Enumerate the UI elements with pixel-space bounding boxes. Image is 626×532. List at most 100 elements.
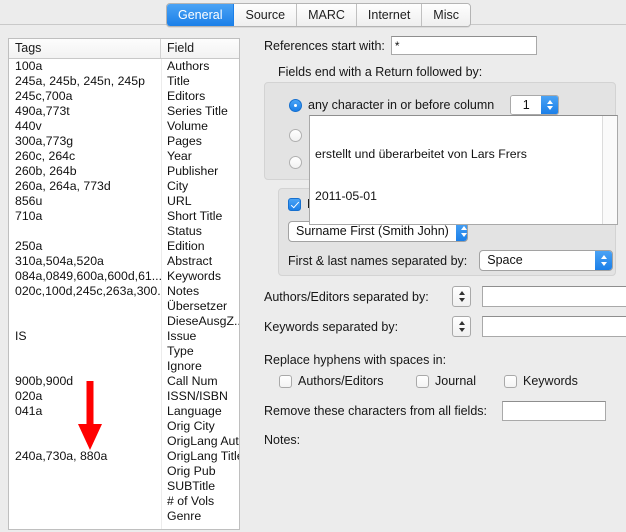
tag-field-table[interactable]: Tags Field 100a Authors 245a, 245b, 245n, … xyxy=(8,38,240,530)
tab-misc[interactable]: Misc xyxy=(422,4,470,26)
table-row[interactable]: 260b, 264b Publisher xyxy=(9,164,239,179)
notes-textarea[interactable]: erstellt und überarbeitet von Lars Frers… xyxy=(309,115,618,225)
tab-source[interactable]: Source xyxy=(234,4,298,26)
tab-general[interactable]: General xyxy=(167,4,235,26)
cell-tags xyxy=(9,359,161,374)
cell-field: Year xyxy=(167,149,192,163)
cell-field: URL xyxy=(167,194,192,208)
replace-hyphens-keywords-row[interactable]: Keywords xyxy=(504,374,578,388)
table-row[interactable]: 020a ISSN/ISBN xyxy=(9,389,239,404)
cell-tags: 856u xyxy=(15,194,43,208)
table-row[interactable]: SUBTitle xyxy=(9,479,239,494)
column-header-field[interactable]: Field xyxy=(161,39,239,58)
table-row[interactable]: 260c, 264c Year xyxy=(9,149,239,164)
first-last-separator-chevron-icon[interactable] xyxy=(595,251,613,270)
cell-field: Publisher xyxy=(167,164,219,178)
cell-tags: 245c,700a xyxy=(15,89,73,103)
checkbox-parse-authors[interactable] xyxy=(288,197,301,211)
table-row[interactable]: 710a Short Title xyxy=(9,209,239,224)
radio-capital-letters[interactable] xyxy=(289,128,302,142)
table-row[interactable]: 245a, 245b, 245n, 245p Title xyxy=(9,74,239,89)
notes-line-2: 2011-05-01 xyxy=(315,189,377,203)
keywords-separated-stepper[interactable] xyxy=(452,316,471,337)
table-row[interactable]: 245c,700a Editors xyxy=(9,89,239,104)
checkbox-hyphen-journal[interactable] xyxy=(416,374,429,388)
cell-tags xyxy=(9,224,161,239)
table-row[interactable]: 900b,900d Call Num xyxy=(9,374,239,389)
option-any-character-row[interactable]: any character in or before column 1 xyxy=(289,95,560,115)
table-row[interactable]: Übersetzer xyxy=(9,299,239,314)
first-last-separator-dropdown[interactable]: Space xyxy=(479,250,614,271)
cell-field: Status xyxy=(167,224,202,238)
cell-field: Edition xyxy=(167,239,205,253)
cell-field: Authors xyxy=(167,59,210,73)
table-row[interactable]: 240a,730a, 880a OrigLang Title xyxy=(9,449,239,464)
table-row[interactable]: Orig Pub xyxy=(9,464,239,479)
table-row[interactable]: 490a,773t Series Title xyxy=(9,104,239,119)
table-row[interactable]: 856u URL xyxy=(9,194,239,209)
checkbox-hyphen-authors[interactable] xyxy=(279,374,292,388)
replace-hyphens-authors-row[interactable]: Authors/Editors xyxy=(279,374,383,388)
table-row[interactable]: Status xyxy=(9,224,239,239)
cell-tags xyxy=(9,434,161,449)
replace-hyphens-title: Replace hyphens with spaces in: xyxy=(264,353,447,367)
table-row[interactable]: 084a,0849,600a,600d,61... Keywords xyxy=(9,269,239,284)
table-row[interactable]: 310a,504a,520a Abstract xyxy=(9,254,239,269)
table-row[interactable]: OrigLang Auth xyxy=(9,434,239,449)
table-row[interactable]: 041a Language xyxy=(9,404,239,419)
tab-marc[interactable]: MARC xyxy=(297,4,357,26)
cell-field: Keywords xyxy=(167,269,221,283)
references-start-with-row: References start with: xyxy=(264,36,537,55)
cell-field: Orig Pub xyxy=(167,464,216,478)
hyphen-authors-label: Authors/Editors xyxy=(298,374,384,388)
keywords-separated-input[interactable] xyxy=(482,316,626,337)
table-row[interactable]: Ignore xyxy=(9,359,239,374)
column-header-tags[interactable]: Tags xyxy=(9,39,161,58)
cell-field: # of Vols xyxy=(167,494,215,508)
cell-tags: 260c, 264c xyxy=(15,149,76,163)
column-stepper-arrows-icon[interactable] xyxy=(541,96,559,114)
column-stepper[interactable]: 1 xyxy=(510,95,560,115)
references-start-with-input[interactable] xyxy=(390,36,537,55)
radio-any-character[interactable] xyxy=(289,98,302,112)
fields-end-with-title: Fields end with a Return followed by: xyxy=(278,65,483,79)
notes-line-1: erstellt und überarbeitet von Lars Frers xyxy=(315,147,527,161)
hyphen-keywords-label: Keywords xyxy=(523,374,578,388)
cell-tags: 300a,773g xyxy=(15,134,74,148)
cell-tags xyxy=(9,344,161,359)
table-row[interactable]: 250a Edition xyxy=(9,239,239,254)
cell-field: Orig City xyxy=(167,419,215,433)
table-row[interactable]: 440v Volume xyxy=(9,119,239,134)
references-start-with-label: References start with: xyxy=(264,38,385,53)
table-row[interactable]: 260a, 264a, 773d City xyxy=(9,179,239,194)
table-row[interactable]: # of Vols xyxy=(9,494,239,509)
table-row[interactable]: DieseAusgZ... xyxy=(9,314,239,329)
cell-tags: 710a xyxy=(15,209,43,223)
table-row[interactable]: 020c,100d,245c,263a,300... Notes xyxy=(9,284,239,299)
cell-field: Title xyxy=(167,74,190,88)
radio-refer-tag[interactable] xyxy=(289,155,302,169)
cell-tags: IS xyxy=(15,329,27,343)
cell-field: Übersetzer xyxy=(167,299,228,313)
table-row[interactable]: Orig City xyxy=(9,419,239,434)
notes-scrollbar[interactable] xyxy=(602,116,617,224)
cell-tags: 260b, 264b xyxy=(15,164,77,178)
cell-field: Series Title xyxy=(167,104,228,118)
checkbox-hyphen-keywords[interactable] xyxy=(504,374,517,388)
table-row[interactable]: 300a,773g Pages xyxy=(9,134,239,149)
authors-separated-stepper[interactable] xyxy=(452,286,471,307)
table-row[interactable]: Genre xyxy=(9,509,239,524)
authors-separated-input[interactable] xyxy=(482,286,626,307)
table-row[interactable]: 100a Authors xyxy=(9,59,239,74)
remove-characters-input[interactable] xyxy=(502,401,607,421)
cell-field: Volume xyxy=(167,119,209,133)
table-row[interactable]: Type xyxy=(9,344,239,359)
tab-internet[interactable]: Internet xyxy=(356,4,423,26)
column-stepper-value: 1 xyxy=(511,96,542,114)
cell-tags xyxy=(9,494,161,509)
table-row[interactable]: IS Issue xyxy=(9,329,239,344)
cell-field: Pages xyxy=(167,134,202,148)
cell-tags: 260a, 264a, 773d xyxy=(15,179,111,193)
first-last-separator-value: Space xyxy=(487,253,523,267)
replace-hyphens-journal-row[interactable]: Journal xyxy=(416,374,476,388)
